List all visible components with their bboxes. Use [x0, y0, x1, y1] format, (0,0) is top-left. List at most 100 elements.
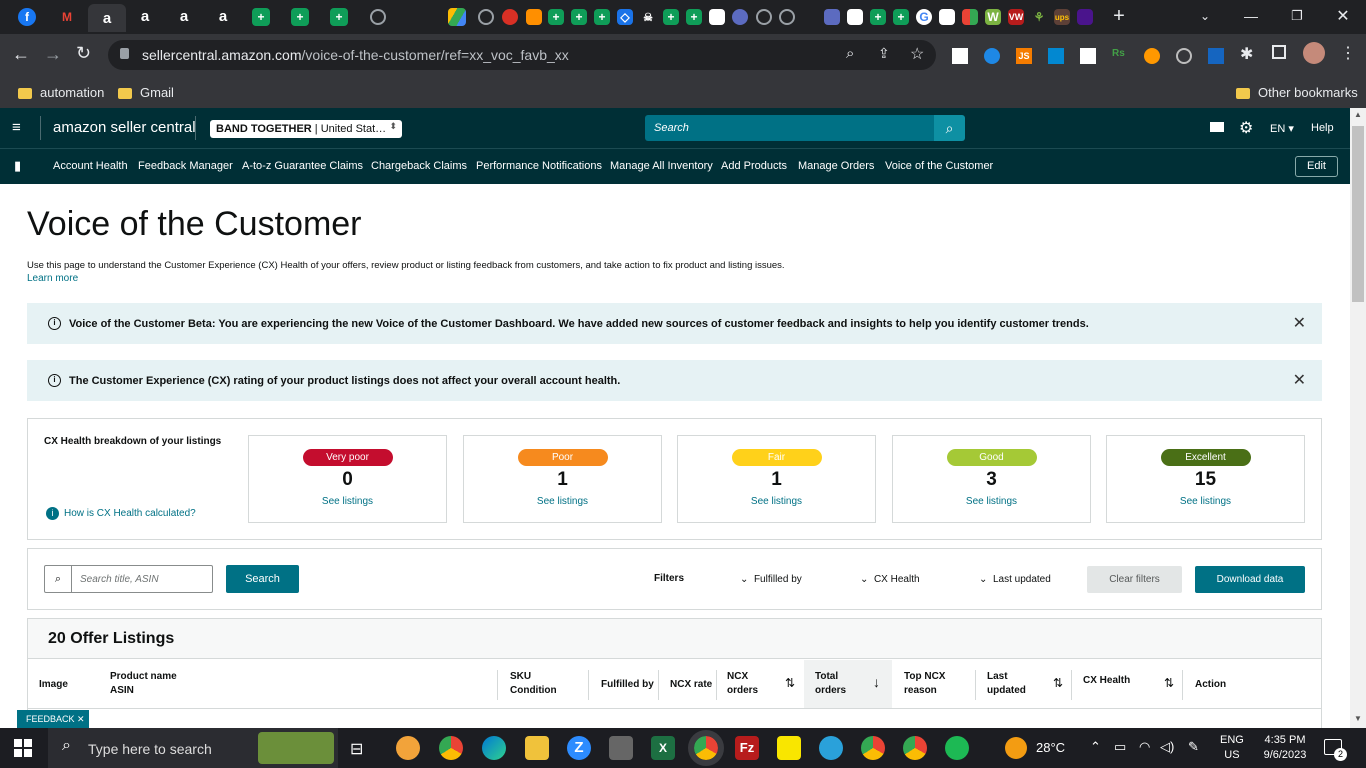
app-tab-icon[interactable]: ☠	[640, 9, 656, 25]
taskbar-search-box[interactable]: ⌕ Type here to search	[48, 728, 338, 768]
clock[interactable]: 4:35 PM 9/6/2023	[1257, 733, 1313, 763]
sheets-tab-icon[interactable]: +	[252, 8, 270, 26]
sheets-tab-icon[interactable]: +	[870, 9, 886, 25]
col-total-orders[interactable]: Total orders	[815, 670, 846, 698]
globe-tab-icon[interactable]	[478, 9, 494, 25]
language-indicator[interactable]: ENG US	[1220, 733, 1244, 763]
col-last-updated[interactable]: Last updated	[987, 670, 1026, 698]
col-ncx-orders[interactable]: NCX orders	[727, 670, 758, 698]
chrome-profile-icon[interactable]	[688, 730, 724, 766]
zoom-app-icon[interactable]: Z	[567, 736, 591, 760]
cx-health-filter[interactable]: ⌄ CX Health	[860, 574, 920, 585]
wifi-icon[interactable]: ◠	[1139, 739, 1150, 755]
close-window-icon[interactable]: ✕	[1332, 5, 1354, 27]
app-tab-icon[interactable]	[732, 9, 748, 25]
globe-tab-icon[interactable]	[779, 9, 795, 25]
close-icon[interactable]: ✕	[1293, 313, 1306, 333]
sheets-tab-icon[interactable]: +	[893, 9, 909, 25]
forward-icon[interactable]: →	[44, 44, 62, 65]
bookmark-folder-automation[interactable]: automation	[18, 85, 104, 100]
tab-search-chevron-icon[interactable]: ⌄	[1194, 5, 1216, 27]
chrome-icon[interactable]	[439, 736, 463, 760]
amazon-tab-icon[interactable]: a	[212, 5, 234, 27]
nav-item-feedback-manager[interactable]: Feedback Manager	[138, 160, 233, 172]
new-tab-button[interactable]: +	[1108, 5, 1130, 27]
nav-item-account-health[interactable]: Account Health	[53, 160, 128, 172]
col-cx-health[interactable]: CX Health	[1083, 674, 1130, 688]
volume-icon[interactable]: ◁)	[1160, 739, 1174, 755]
bookmark-icon[interactable]: ▮	[14, 158, 21, 174]
weather-sun-icon[interactable]	[1005, 737, 1027, 759]
app-tab-icon[interactable]: ⚘	[1031, 9, 1047, 25]
tray-chevron-up-icon[interactable]: ⌃	[1090, 739, 1101, 755]
edge-icon[interactable]	[482, 736, 506, 760]
scroll-up-icon[interactable]: ▲	[1354, 110, 1362, 119]
nav-item-manage-inventory[interactable]: Manage All Inventory	[610, 160, 713, 172]
zoom-icon[interactable]: ⌕	[846, 45, 854, 62]
listing-search-input[interactable]: ⌕ Search title, ASIN	[44, 565, 213, 593]
amazon-tab-active[interactable]: a	[88, 4, 126, 32]
filezilla-icon[interactable]: Fz	[735, 736, 759, 760]
gear-icon[interactable]: ⚙	[1239, 118, 1253, 138]
app-tab-icon[interactable]	[1077, 9, 1093, 25]
app-tab-icon[interactable]	[526, 9, 542, 25]
last-updated-filter[interactable]: ⌄ Last updated	[979, 574, 1051, 585]
back-icon[interactable]: ←	[12, 44, 30, 65]
bookmark-star-icon[interactable]: ☆	[910, 44, 924, 64]
battery-icon[interactable]: ▭	[1114, 739, 1126, 755]
extension-icon[interactable]	[1080, 48, 1096, 64]
amazon-tab-icon[interactable]: a	[134, 5, 156, 27]
scroll-down-icon[interactable]: ▼	[1354, 714, 1362, 723]
url-field[interactable]: sellercentral.amazon.com/voice-of-the-cu…	[108, 40, 936, 70]
pen-icon[interactable]: ✎	[1188, 739, 1199, 755]
col-top-ncx-reason[interactable]: Top NCX reason	[904, 670, 945, 698]
close-icon[interactable]: ✕	[1293, 370, 1306, 390]
reload-icon[interactable]: ↻	[76, 43, 91, 64]
app-tab-icon[interactable]	[962, 9, 978, 25]
app-tab-icon[interactable]: VW	[1008, 9, 1024, 25]
sort-icon[interactable]: ⇅	[1053, 676, 1063, 690]
page-scrollbar[interactable]: ▲ ▼	[1350, 108, 1366, 728]
extension-icon[interactable]	[1144, 48, 1160, 64]
mail-icon[interactable]	[1210, 122, 1224, 132]
global-search-input[interactable]: Search	[645, 115, 934, 141]
sort-icon[interactable]: ⇅	[785, 676, 795, 690]
globe-tab-icon[interactable]	[370, 9, 386, 25]
see-listings-link[interactable]: See listings	[1107, 496, 1304, 507]
search-icon[interactable]: ⌕	[934, 115, 965, 141]
rs-extension-icon[interactable]: Rs	[1112, 48, 1128, 64]
nav-item-add-products[interactable]: Add Products	[721, 160, 787, 172]
col-fulfilled-by[interactable]: Fulfilled by	[601, 678, 654, 692]
nav-item-atoz-claims[interactable]: A-to-z Guarantee Claims	[242, 160, 363, 172]
sheets-tab-icon[interactable]: +	[686, 9, 702, 25]
col-sku[interactable]: SKU Condition	[510, 670, 557, 698]
sheets-tab-icon[interactable]: +	[571, 9, 587, 25]
extensions-icon[interactable]: ✱	[1240, 44, 1253, 64]
history-tab-icon[interactable]	[756, 9, 772, 25]
minimize-icon[interactable]: —	[1240, 5, 1262, 27]
restore-icon[interactable]: ❐	[1286, 5, 1308, 27]
sheets-tab-icon[interactable]: +	[548, 9, 564, 25]
learn-more-link[interactable]: Learn more	[27, 273, 78, 284]
app-tab-icon[interactable]	[939, 9, 955, 25]
help-link[interactable]: Help	[1311, 122, 1334, 134]
app-tab-icon[interactable]: ◇	[617, 9, 633, 25]
seller-central-logo[interactable]: amazon seller central	[53, 119, 196, 136]
sticky-notes-icon[interactable]	[777, 736, 801, 760]
telegram-icon[interactable]	[819, 736, 843, 760]
weather-temperature[interactable]: 28°C	[1036, 740, 1065, 755]
nav-item-manage-orders[interactable]: Manage Orders	[798, 160, 874, 172]
edit-nav-button[interactable]: Edit	[1295, 156, 1338, 177]
task-view-icon[interactable]: ⊟	[350, 739, 363, 759]
sysco-tab-icon[interactable]	[847, 9, 863, 25]
search-button[interactable]: Search	[226, 565, 299, 593]
other-bookmarks[interactable]: Other bookmarks	[1236, 85, 1358, 100]
see-listings-link[interactable]: See listings	[678, 496, 875, 507]
language-selector[interactable]: EN ▾	[1270, 122, 1294, 135]
hamburger-menu-icon[interactable]: ≡	[12, 119, 21, 136]
sort-descending-icon[interactable]: ↓	[873, 674, 880, 690]
profile-avatar[interactable]	[1303, 42, 1325, 64]
sheets-tab-icon[interactable]: +	[330, 8, 348, 26]
fba-extension-icon[interactable]	[1048, 48, 1064, 64]
side-panel-icon[interactable]	[1272, 45, 1286, 59]
